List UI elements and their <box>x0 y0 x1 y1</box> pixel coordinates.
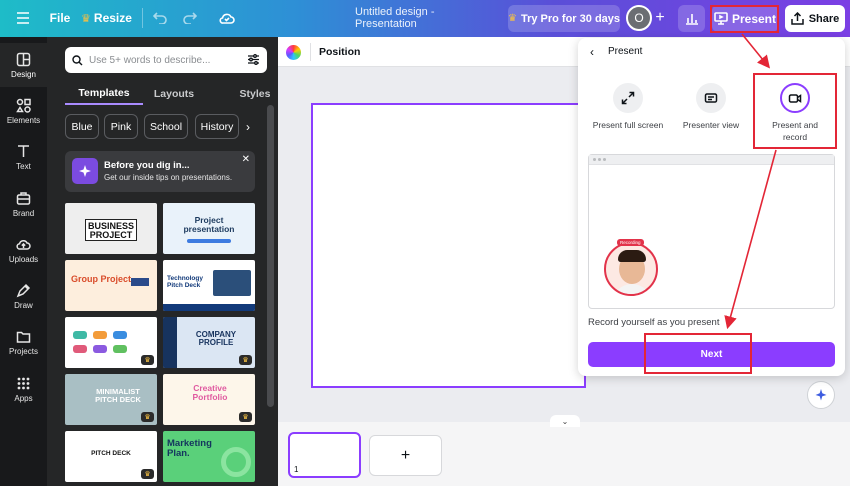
close-icon[interactable]: ✕ <box>242 154 250 165</box>
crown-icon: ♛ <box>141 469 154 479</box>
crown-icon: ♛ <box>508 13 517 24</box>
menu-icon[interactable] <box>15 10 31 26</box>
avatar[interactable]: O <box>626 5 652 31</box>
tips-banner[interactable]: Before you dig in... Get our inside tips… <box>65 151 255 192</box>
rail-item-elements[interactable]: Elements <box>0 89 47 133</box>
option-presenter-view[interactable]: Presenter view <box>670 78 752 150</box>
search-icon <box>72 54 83 66</box>
sparkle-icon <box>72 158 98 184</box>
template-thumb[interactable]: ♛ <box>65 317 157 368</box>
undo-icon[interactable] <box>153 11 167 25</box>
rail-item-apps[interactable]: Apps <box>0 367 47 411</box>
chip-school[interactable]: School <box>144 114 188 139</box>
crown-icon: ♛ <box>239 355 252 365</box>
template-thumb[interactable]: Marketing Plan. <box>163 431 255 482</box>
chip-pink[interactable]: Pink <box>104 114 138 139</box>
tab-templates[interactable]: Templates <box>65 83 143 105</box>
template-thumb[interactable]: COMPANY PROFILE ♛ <box>163 317 255 368</box>
rail-item-projects[interactable]: Projects <box>0 320 47 364</box>
annotation-record-highlight <box>753 73 837 149</box>
crown-icon: ♛ <box>239 412 252 422</box>
template-thumb[interactable]: Group Project <box>65 260 157 311</box>
crown-icon: ♛ <box>141 412 154 422</box>
template-thumb[interactable]: Project presentation <box>163 203 255 254</box>
presenter-view-icon <box>696 83 726 113</box>
filter-icon[interactable] <box>247 53 260 66</box>
page-thumbnail[interactable]: 1 <box>288 432 361 478</box>
crown-icon: ♛ <box>141 355 154 365</box>
fullscreen-icon <box>613 83 643 113</box>
resize-button[interactable]: ♛ Resize <box>81 10 132 26</box>
file-menu[interactable]: File <box>49 11 71 25</box>
rail-item-text[interactable]: Text <box>0 135 47 179</box>
draw-icon <box>16 283 31 297</box>
redo-icon[interactable] <box>183 11 197 25</box>
recording-preview: Recording <box>588 154 835 309</box>
annotation-present-highlight <box>710 5 779 33</box>
divider <box>142 8 143 28</box>
page-filmstrip: ⌄ 1 + <box>278 415 850 486</box>
document-title[interactable]: Untitled design - Presentation <box>355 6 495 30</box>
templates-panel: Use 5+ words to describe... Templates La… <box>47 37 278 486</box>
recording-badge: Recording <box>617 239 644 246</box>
projects-icon <box>16 331 31 343</box>
search-input[interactable]: Use 5+ words to describe... <box>65 47 267 73</box>
uploads-icon <box>16 239 31 250</box>
rail-item-brand[interactable]: Brand <box>0 182 47 226</box>
insights-icon[interactable] <box>678 5 705 32</box>
template-thumb[interactable]: Creative Portfolio ♛ <box>163 374 255 425</box>
chevron-right-icon[interactable]: › <box>246 120 250 134</box>
annotation-next-highlight <box>644 333 752 374</box>
left-rail: Design Elements Text Brand Uploads Draw … <box>0 37 47 486</box>
add-collaborator-icon[interactable]: + <box>652 9 668 27</box>
position-button[interactable]: Position <box>319 46 360 58</box>
apps-icon <box>17 377 30 389</box>
brand-icon <box>16 191 31 205</box>
share-icon <box>790 12 804 25</box>
template-thumb[interactable]: PITCH DECK ♛ <box>65 431 157 482</box>
option-present-full-screen[interactable]: Present full screen <box>587 78 669 150</box>
elements-icon <box>16 98 31 113</box>
crown-icon: ♛ <box>81 12 91 25</box>
slide-canvas[interactable] <box>311 103 586 388</box>
cloud-save-icon[interactable] <box>219 11 235 25</box>
text-icon <box>18 144 29 157</box>
share-button[interactable]: Share <box>785 5 845 32</box>
magic-assistant-icon[interactable] <box>807 381 835 409</box>
template-thumb[interactable]: BUSINESS PROJECT <box>65 203 157 254</box>
chevron-down-icon[interactable]: ⌄ <box>550 415 580 427</box>
tab-layouts[interactable]: Layouts <box>153 83 195 105</box>
rail-item-uploads[interactable]: Uploads <box>0 228 47 272</box>
tab-styles[interactable]: Styles <box>235 83 275 105</box>
panel-tabs: Templates Layouts Styles <box>65 83 270 107</box>
template-thumb[interactable]: MINIMALIST PITCH DECK ♛ <box>65 374 157 425</box>
design-icon <box>16 52 31 66</box>
try-pro-button[interactable]: ♛ Try Pro for 30 days <box>508 5 620 32</box>
color-picker-icon[interactable] <box>286 45 301 60</box>
back-chevron-icon[interactable]: ‹ <box>590 45 594 59</box>
chip-history[interactable]: History <box>195 114 239 139</box>
template-thumb[interactable]: Technology Pitch Deck <box>163 260 255 311</box>
presenter-camera-avatar <box>604 242 658 296</box>
record-description: Record yourself as you present <box>588 317 720 328</box>
add-page-button[interactable]: + <box>369 435 442 476</box>
panel-scrollbar[interactable] <box>267 105 274 407</box>
divider <box>310 43 311 61</box>
rail-item-design[interactable]: Design <box>0 43 47 87</box>
rail-item-draw[interactable]: Draw <box>0 274 47 318</box>
chip-blue[interactable]: Blue <box>65 114 99 139</box>
